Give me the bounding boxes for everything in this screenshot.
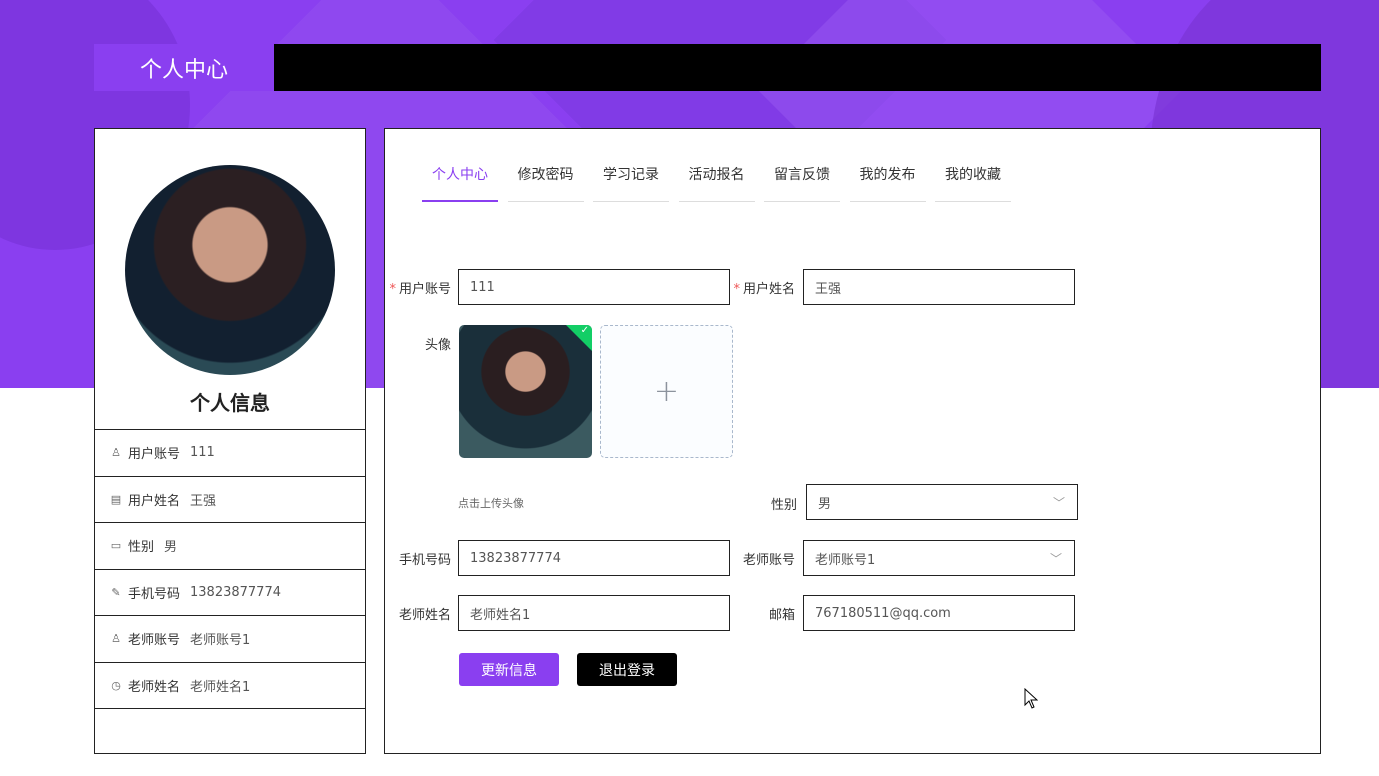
check-icon: ✓ [580, 325, 589, 336]
required-mark: * [733, 282, 740, 297]
teacher-name-label: 老师姓名 [398, 608, 451, 623]
tab-change-password[interactable]: 修改密码 [507, 157, 584, 202]
info-label: 老师姓名 [128, 679, 181, 695]
info-row-gender: ▭ 性别 男 [95, 522, 365, 569]
info-row-teacher-name: ◷ 老师姓名 老师姓名1 [95, 661, 365, 709]
tab-study-records[interactable]: 学习记录 [593, 157, 669, 202]
info-row-empty [95, 708, 365, 755]
required-mark: * [389, 282, 396, 297]
avatar [125, 165, 335, 375]
logout-button[interactable]: 退出登录 [577, 653, 677, 686]
account-input[interactable]: 111 [458, 269, 730, 305]
user-icon: ♙ [111, 446, 121, 460]
info-label: 性别 [128, 540, 155, 556]
email-input[interactable]: 767180511@qq.com [803, 595, 1075, 631]
avatar-preview[interactable]: ✓ [459, 325, 592, 458]
gender-select[interactable]: 男 ﹀ [806, 484, 1078, 520]
upload-hint: 点击上传头像 [458, 497, 524, 510]
chevron-down-icon: ﹀ [1052, 496, 1065, 510]
teacher-account-select[interactable]: 老师账号1 ﹀ [803, 540, 1075, 576]
name-label: * 用户姓名 [733, 282, 795, 297]
info-label: 手机号码 [128, 586, 181, 602]
profile-card: 个人信息 ♙ 用户账号 111 ▤ 用户姓名 王强 ▭ 性别 男 ✎ 手机号码 … [94, 128, 366, 754]
info-value: 13823877774 [190, 584, 281, 600]
upload-button[interactable]: + [600, 325, 733, 458]
info-row-name: ▤ 用户姓名 王强 [95, 475, 365, 523]
info-row-account: ♙ 用户账号 111 [95, 429, 365, 476]
info-row-phone: ✎ 手机号码 13823877774 [95, 568, 365, 616]
update-info-button[interactable]: 更新信息 [459, 653, 559, 686]
info-value: 老师账号1 [190, 633, 251, 649]
tab-feedback[interactable]: 留言反馈 [764, 157, 840, 202]
teacher-name-input[interactable]: 老师姓名1 [458, 595, 730, 631]
name-input[interactable]: 王强 [803, 269, 1075, 305]
info-value: 老师姓名1 [190, 679, 251, 695]
info-label: 用户姓名 [128, 493, 181, 509]
email-label: 邮箱 [768, 608, 795, 623]
card-icon: ▤ [110, 492, 122, 506]
tab-my-posts[interactable]: 我的发布 [849, 157, 926, 202]
info-value: 男 [164, 540, 178, 556]
phone-input[interactable]: 13823877774 [458, 540, 730, 576]
gender-select-value: 男 [818, 496, 832, 512]
gender-label: 性别 [770, 498, 797, 513]
info-label: 用户账号 [128, 447, 181, 463]
account-label: * 用户账号 [389, 282, 451, 297]
user-outline-icon: ♙ [111, 632, 121, 646]
phone-label: 手机号码 [398, 553, 451, 568]
profile-info-list: ♙ 用户账号 111 ▤ 用户姓名 王强 ▭ 性别 男 ✎ 手机号码 13823… [95, 429, 365, 755]
page-header: 个人中心 [94, 44, 1321, 91]
info-row-teacher-account: ♙ 老师账号 老师账号1 [95, 615, 365, 662]
tab-activity-signup[interactable]: 活动报名 [678, 157, 755, 202]
profile-card-title: 个人信息 [190, 391, 270, 415]
avatar-label: 头像 [424, 338, 451, 353]
tab-bar: 个人中心 修改密码 学习记录 活动报名 留言反馈 我的发布 我的收藏 [422, 157, 1021, 202]
page-title: 个人中心 [94, 44, 274, 91]
clock-icon: ◷ [111, 678, 121, 692]
tab-personal-center[interactable]: 个人中心 [422, 157, 498, 202]
edit-icon: ✎ [111, 585, 121, 599]
info-label: 老师账号 [128, 633, 181, 649]
tab-my-favorites[interactable]: 我的收藏 [935, 157, 1011, 202]
teacher-account-select-value: 老师账号1 [815, 552, 876, 568]
info-value: 111 [190, 445, 215, 461]
mouse-cursor-icon [1024, 687, 1039, 715]
profile-form-card: 个人中心 修改密码 学习记录 活动报名 留言反馈 我的发布 我的收藏 * 用户账号… [384, 128, 1321, 754]
info-value: 王强 [190, 493, 217, 509]
chevron-down-icon: ﹀ [1049, 552, 1062, 566]
teacher-account-label: 老师账号 [742, 553, 795, 568]
message-icon: ▭ [110, 539, 122, 553]
plus-icon: + [653, 374, 680, 409]
